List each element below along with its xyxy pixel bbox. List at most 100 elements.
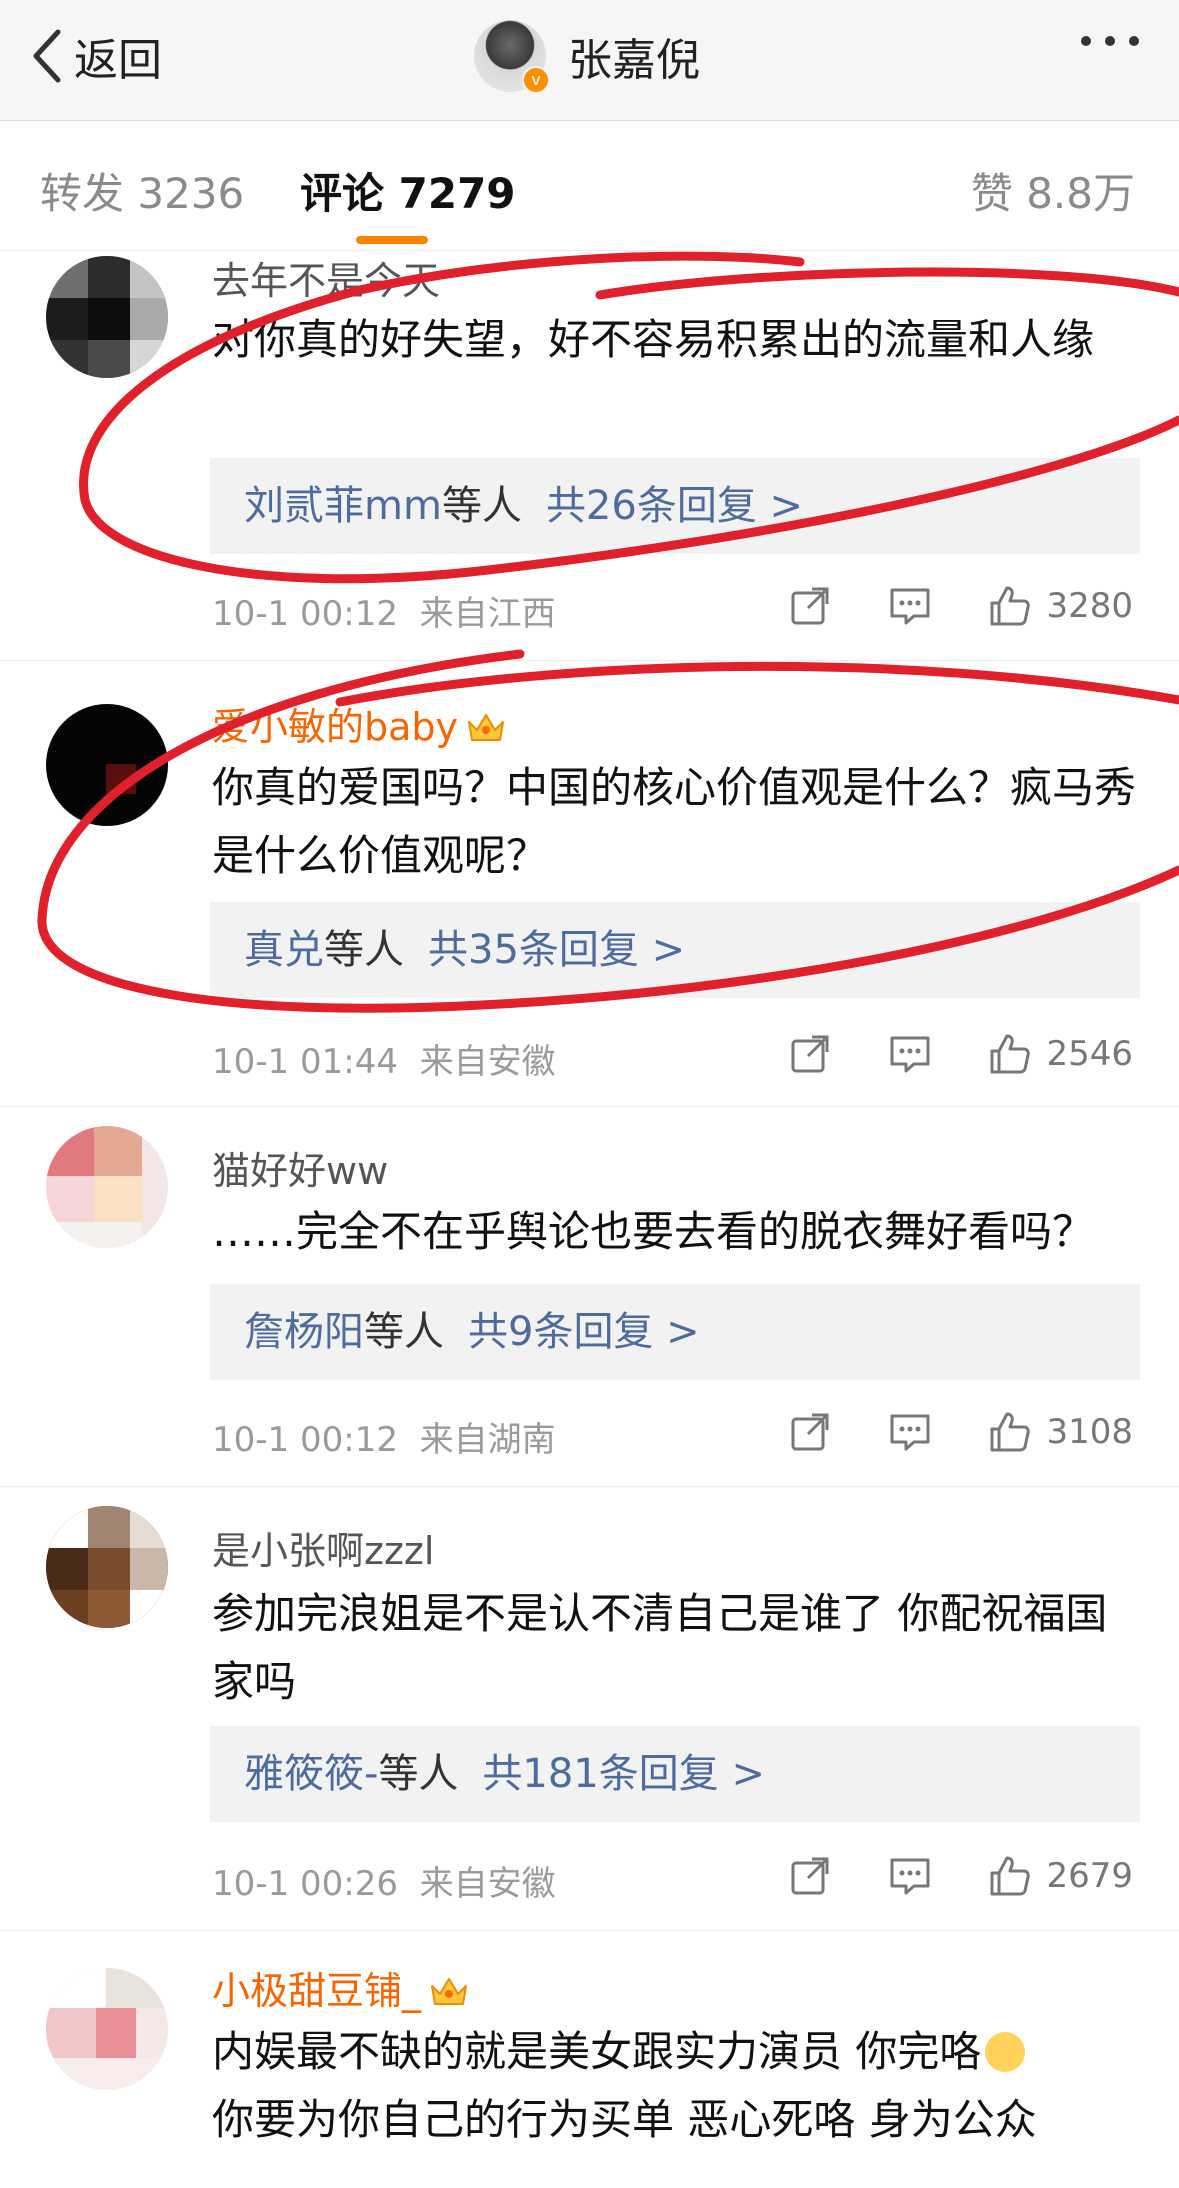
like-count: 3280	[1046, 586, 1133, 626]
crown-icon	[468, 714, 505, 741]
avatar[interactable]	[46, 1968, 168, 2090]
replies-preview[interactable]: 真兑等人 共35条回复 >	[210, 902, 1140, 998]
share-icon	[791, 587, 829, 625]
thumbs-up-icon	[990, 1856, 1031, 1896]
vip-username: 爱小敏的baby	[212, 705, 459, 749]
share-icon	[791, 1035, 829, 1073]
comment-text-line: 你要为你自己的行为买单 恶心死咯 身为公众	[212, 2095, 1037, 2144]
share-button[interactable]	[788, 1410, 832, 1454]
share-icon	[791, 1857, 829, 1895]
comment-actions: 2546	[788, 1032, 1133, 1076]
share-icon	[791, 1413, 829, 1451]
comment-item: 猫好好ww ……完全不在乎舆论也要去看的脱衣舞好看吗？ 詹杨阳等人 共9条回复 >…	[0, 1126, 1179, 1487]
avatar[interactable]	[46, 1506, 168, 1628]
reply-etc: 等人	[441, 483, 522, 529]
profile-name: 张嘉倪	[568, 35, 700, 86]
replies-preview[interactable]: 刘贰菲mm等人 共26条回复 >	[210, 458, 1140, 554]
emoji-icon	[985, 2032, 1026, 2072]
comment-location: 来自安徽	[419, 1042, 556, 1082]
reply-user: 雅筱筱-	[244, 1751, 379, 1797]
reply-button[interactable]	[888, 1410, 932, 1454]
like-button[interactable]: 3108	[988, 1410, 1133, 1454]
verified-badge: v	[522, 66, 550, 94]
share-button[interactable]	[788, 1032, 832, 1076]
comment-text-line: 内娱最不缺的就是美女跟实力演员 你完咯	[212, 2027, 982, 2076]
comment-icon	[890, 1036, 930, 1073]
comment-text: ……完全不在乎舆论也要去看的脱衣舞好看吗？	[212, 1207, 1095, 1256]
thumbs-up-icon	[990, 1412, 1031, 1452]
replies-preview[interactable]: 詹杨阳等人 共9条回复 >	[210, 1284, 1140, 1380]
thumbs-up-icon	[990, 1034, 1031, 1074]
comment-location: 来自湖南	[419, 1420, 556, 1460]
reply-user: 刘贰菲mm	[244, 483, 442, 529]
like-count: 2679	[1046, 1856, 1133, 1896]
comment-time: 10-1 00:12	[212, 1420, 398, 1460]
comment-meta: 10-1 00:12 来自江西	[212, 586, 556, 635]
comment-username[interactable]: 小极甜豆铺_	[212, 1960, 469, 2015]
comment-meta: 10-1 00:12 来自湖南	[212, 1412, 556, 1461]
like-button[interactable]: 2679	[988, 1854, 1133, 1898]
reply-button[interactable]	[888, 1032, 932, 1076]
reply-count: 共9条回复 >	[468, 1309, 700, 1355]
comment-actions: 3108	[788, 1410, 1133, 1454]
comment-item: 小极甜豆铺_ 内娱最不缺的就是美女跟实力演员 你完咯 你要为你自己的行为买单 恶…	[0, 1950, 1179, 2188]
comment-username[interactable]: 是小张啊zzzl	[212, 1520, 434, 1575]
thumbs-up-icon	[990, 586, 1031, 626]
reply-count: 共35条回复 >	[428, 927, 686, 973]
share-button[interactable]	[788, 584, 832, 628]
profile-header[interactable]: v 张嘉倪	[474, 16, 700, 96]
avatar[interactable]	[46, 704, 168, 826]
avatar[interactable]: v	[474, 20, 550, 94]
comment-item: 爱小敏的baby 你真的爱国吗？中国的核心价值观是什么？疯马秀是什么价值观呢？ …	[0, 690, 1179, 1107]
back-button[interactable]: 返回	[30, 24, 162, 88]
comment-username[interactable]: 爱小敏的baby	[212, 696, 506, 751]
comment-item: 是小张啊zzzl 参加完浪姐是不是认不清自己是谁了 你配祝福国家吗 雅筱筱-等人…	[0, 1500, 1179, 1931]
comment-text: 参加完浪姐是不是认不清自己是谁了 你配祝福国家吗	[212, 1589, 1108, 1706]
tab-comment[interactable]: 评论 7279	[300, 160, 516, 221]
comment-text: 你真的爱国吗？中国的核心价值观是什么？疯马秀是什么价值观呢？	[212, 763, 1137, 880]
more-button[interactable]	[1081, 36, 1139, 46]
like-count: 2546	[1046, 1034, 1133, 1074]
tab-bar: 转发 3236 评论 7279 赞 8.8万	[0, 120, 1179, 251]
reply-button[interactable]	[888, 584, 932, 628]
back-label: 返回	[74, 35, 162, 86]
crown-icon	[431, 1978, 468, 2005]
comment-meta: 10-1 01:44 来自安徽	[212, 1034, 556, 1083]
comment-location: 来自江西	[419, 594, 556, 634]
reply-etc: 等人	[324, 927, 404, 973]
reply-etc: 等人	[378, 1751, 459, 1797]
comment-time: 10-1 00:26	[212, 1864, 398, 1904]
replies-preview[interactable]: 雅筱筱-等人 共181条回复 >	[210, 1726, 1140, 1822]
comment-icon	[890, 588, 930, 625]
like-button[interactable]: 3280	[988, 584, 1133, 628]
vip-username: 小极甜豆铺_	[212, 1969, 422, 2013]
comment-text: 对你真的好失望，好不容易积累出的流量和人缘	[212, 315, 1095, 364]
more-dots-icon	[1081, 36, 1139, 46]
comment-username[interactable]: 猫好好ww	[212, 1140, 388, 1195]
chevron-left-icon	[33, 29, 61, 83]
comment-time: 10-1 00:12	[212, 594, 398, 634]
tab-repost[interactable]: 转发 3236	[40, 160, 244, 221]
reply-button[interactable]	[888, 1854, 932, 1898]
reply-count: 共181条回复 >	[482, 1751, 766, 1797]
reply-user: 真兑	[244, 927, 324, 973]
avatar[interactable]	[46, 256, 168, 378]
comment-item: 去年不是今天 对你真的好失望，好不容易积累出的流量和人缘 刘贰菲mm等人 共26条…	[0, 250, 1179, 661]
share-button[interactable]	[788, 1854, 832, 1898]
comment-time: 10-1 01:44	[212, 1042, 398, 1082]
comment-text: 内娱最不缺的就是美女跟实力演员 你完咯 你要为你自己的行为买单 恶心死咯 身为公…	[212, 2018, 1142, 2154]
comment-actions: 2679	[788, 1854, 1133, 1898]
tab-active-indicator	[356, 236, 428, 244]
reply-count: 共26条回复 >	[545, 483, 804, 529]
comment-icon	[890, 1858, 930, 1895]
comment-icon	[890, 1414, 930, 1451]
reply-user: 詹杨阳	[244, 1309, 364, 1355]
nav-bar: 返回 v 张嘉倪	[0, 0, 1179, 121]
comment-actions: 3280	[788, 584, 1133, 628]
like-count: 3108	[1046, 1412, 1133, 1452]
tab-likes[interactable]: 赞 8.8万	[971, 160, 1135, 221]
avatar[interactable]	[46, 1126, 168, 1248]
like-button[interactable]: 2546	[988, 1032, 1133, 1076]
comment-username[interactable]: 去年不是今天	[212, 250, 440, 305]
reply-etc: 等人	[364, 1309, 444, 1355]
